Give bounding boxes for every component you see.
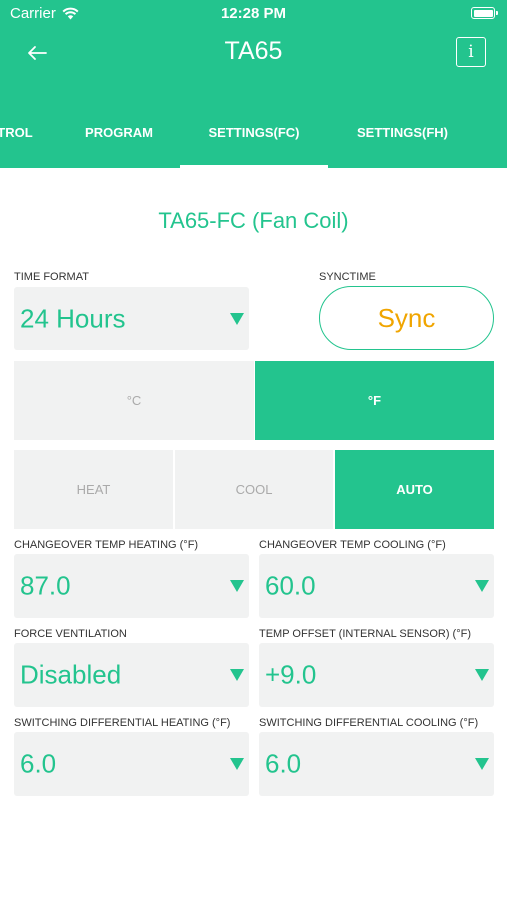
switch-diff-heating-value: 6.0 (20, 748, 57, 779)
tab-label: PROGRAM (85, 125, 153, 140)
tab-label: SETTINGS(FC) (208, 125, 300, 140)
chevron-down-icon (475, 580, 489, 592)
chevron-down-icon (230, 580, 244, 592)
app-header: Carrier 12:28 PM TA65 i TROL PROGRAM SET… (0, 0, 507, 168)
chevron-down-icon (230, 669, 244, 681)
synctime-label: SYNCTIME (319, 271, 376, 283)
changeover-cooling-label: CHANGEOVER TEMP COOLING (°F) (259, 539, 446, 551)
changeover-cooling-value: 60.0 (265, 570, 316, 601)
switch-diff-cooling-label: SWITCHING DIFFERENTIAL COOLING (°F) (259, 717, 479, 729)
changeover-heating-label: CHANGEOVER TEMP HEATING (°F) (14, 539, 199, 551)
force-ventilation-label: FORCE VENTILATION (14, 628, 127, 640)
tab-settings-fc[interactable]: SETTINGS(FC) (180, 98, 328, 168)
changeover-cooling-dropdown[interactable]: 60.0 (259, 554, 494, 618)
temp-offset-value: +9.0 (265, 659, 317, 690)
chevron-down-icon (230, 312, 244, 325)
nav-bar: TA65 i (0, 28, 507, 78)
celsius-toggle[interactable]: °C (14, 361, 254, 440)
mode-heat[interactable]: HEAT (14, 450, 173, 529)
info-button[interactable]: i (456, 37, 486, 67)
info-icon: i (468, 42, 474, 62)
device-title: TA65-FC (Fan Coil) (158, 208, 349, 233)
chevron-down-icon (475, 758, 489, 770)
mode-auto[interactable]: AUTO (335, 450, 494, 529)
fahrenheit-toggle[interactable]: °F (255, 361, 494, 440)
clock: 12:28 PM (220, 5, 287, 22)
battery-icon (471, 7, 498, 19)
switch-diff-heating-dropdown[interactable]: 6.0 (14, 732, 249, 796)
mode-cool[interactable]: COOL (175, 450, 333, 529)
active-tab-indicator (180, 165, 328, 168)
status-bar: Carrier 12:28 PM (0, 0, 507, 28)
tab-label: SETTINGS(FH) (357, 125, 448, 140)
switch-diff-cooling-dropdown[interactable]: 6.0 (259, 732, 494, 796)
chevron-down-icon (230, 758, 244, 770)
switch-diff-heating-label: SWITCHING DIFFERENTIAL HEATING (°F) (14, 717, 231, 729)
tab-control[interactable]: TROL (0, 98, 40, 168)
switch-diff-cooling-value: 6.0 (265, 748, 302, 779)
tab-label: TROL (0, 125, 33, 140)
tab-bar: TROL PROGRAM SETTINGS(FC) SETTINGS(FH) (0, 98, 507, 168)
page-title: TA65 (224, 37, 283, 65)
temp-offset-dropdown[interactable]: +9.0 (259, 643, 494, 707)
time-format-value: 24 Hours (20, 303, 126, 333)
changeover-heating-dropdown[interactable]: 87.0 (14, 554, 249, 618)
time-format-dropdown[interactable]: 24 Hours (14, 287, 249, 350)
force-ventilation-value: Disabled (20, 659, 122, 690)
force-ventilation-dropdown[interactable]: Disabled (14, 643, 249, 707)
changeover-heating-value: 87.0 (20, 570, 71, 601)
chevron-down-icon (475, 669, 489, 681)
time-format-label: TIME FORMAT (14, 271, 89, 283)
tab-settings-fh[interactable]: SETTINGS(FH) (330, 98, 475, 168)
sync-button[interactable]: Sync (319, 286, 494, 350)
temp-offset-label: TEMP OFFSET (INTERNAL SENSOR) (°F) (259, 628, 471, 640)
tab-program[interactable]: PROGRAM (60, 98, 178, 168)
